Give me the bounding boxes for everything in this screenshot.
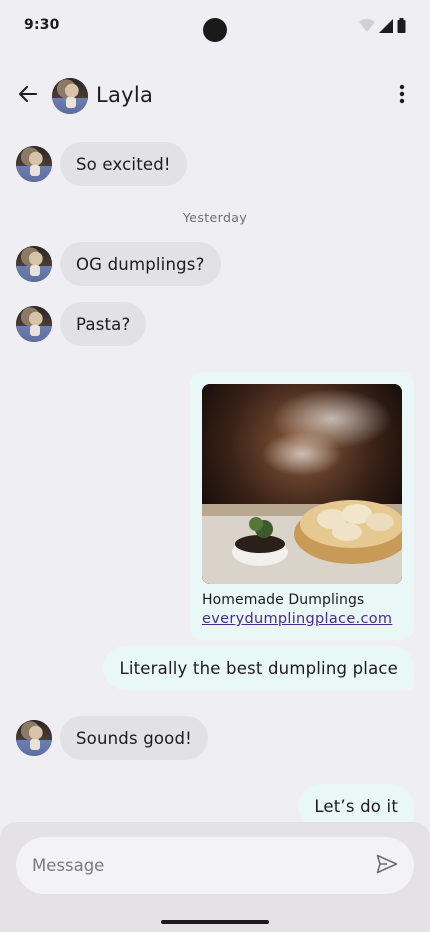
incoming-message[interactable]: So excited! [60,142,187,186]
incoming-message[interactable]: OG dumplings? [60,242,221,286]
link-url[interactable]: everydumplingplace.com [202,611,392,627]
battery-icon [397,18,406,33]
arrow-back-icon [18,84,38,108]
incoming-message[interactable]: Pasta? [60,302,147,346]
home-indicator[interactable] [161,920,269,924]
sender-avatar[interactable] [16,246,52,282]
contact-name[interactable]: Layla [96,83,153,107]
composer-area [0,822,430,932]
send-icon [376,854,398,878]
sender-avatar[interactable] [16,306,52,342]
more-options-button[interactable] [386,80,418,112]
signal-icon [379,18,393,33]
back-button[interactable] [12,80,44,112]
send-button[interactable] [374,853,400,879]
outgoing-message[interactable]: Literally the best dumpling place [103,646,414,690]
link-preview-card[interactable]: Homemade Dumplings everydumplingplace.co… [190,372,414,640]
date-divider: Yesterday [182,210,248,225]
front-camera [203,18,227,42]
more-vert-icon [399,84,405,108]
conversation-app-bar: Layla [0,70,430,122]
status-bar: 9:30 [0,0,430,52]
contact-avatar[interactable] [52,78,88,114]
sender-avatar[interactable] [16,146,52,182]
message-input[interactable] [16,837,414,894]
wifi-icon [359,18,375,33]
dumplings-image[interactable] [202,384,402,584]
link-title: Homemade Dumplings [202,592,365,608]
status-time: 9:30 [24,17,60,33]
status-icons [359,18,406,33]
sender-avatar[interactable] [16,720,52,756]
incoming-message[interactable]: Sounds good! [60,716,208,760]
